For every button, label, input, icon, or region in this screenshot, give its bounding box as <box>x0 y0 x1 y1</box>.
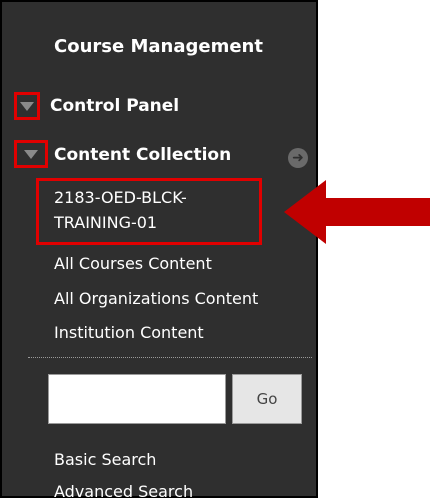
content-collection-toggle[interactable] <box>14 140 48 168</box>
link-all-courses-content[interactable]: All Courses Content <box>54 254 212 273</box>
arrow-right-circle-icon[interactable]: ➜ <box>288 148 308 168</box>
link-course-2183[interactable]: 2183-OED-BLCK- TRAINING-01 <box>54 185 187 235</box>
go-button[interactable]: Go <box>232 374 302 424</box>
search-input[interactable] <box>48 374 226 424</box>
control-panel-toggle[interactable] <box>14 92 40 120</box>
triangle-down-icon <box>20 101 34 111</box>
panel-title: Course Management <box>54 36 263 57</box>
link-all-organizations-content[interactable]: All Organizations Content <box>54 289 258 308</box>
course-management-panel: Course Management Control Panel Content … <box>0 0 318 501</box>
triangle-down-icon <box>24 149 38 159</box>
divider <box>28 357 312 358</box>
section-control-panel[interactable]: Control Panel <box>50 96 179 116</box>
link-institution-content[interactable]: Institution Content <box>54 323 204 342</box>
link-course-line1: 2183-OED-BLCK- <box>54 188 187 207</box>
link-basic-search[interactable]: Basic Search <box>54 450 156 469</box>
arrow-left-icon <box>284 180 430 244</box>
section-content-collection[interactable]: Content Collection <box>54 145 231 165</box>
link-advanced-search[interactable]: Advanced Search <box>54 482 193 501</box>
link-course-line2: TRAINING-01 <box>54 213 158 232</box>
